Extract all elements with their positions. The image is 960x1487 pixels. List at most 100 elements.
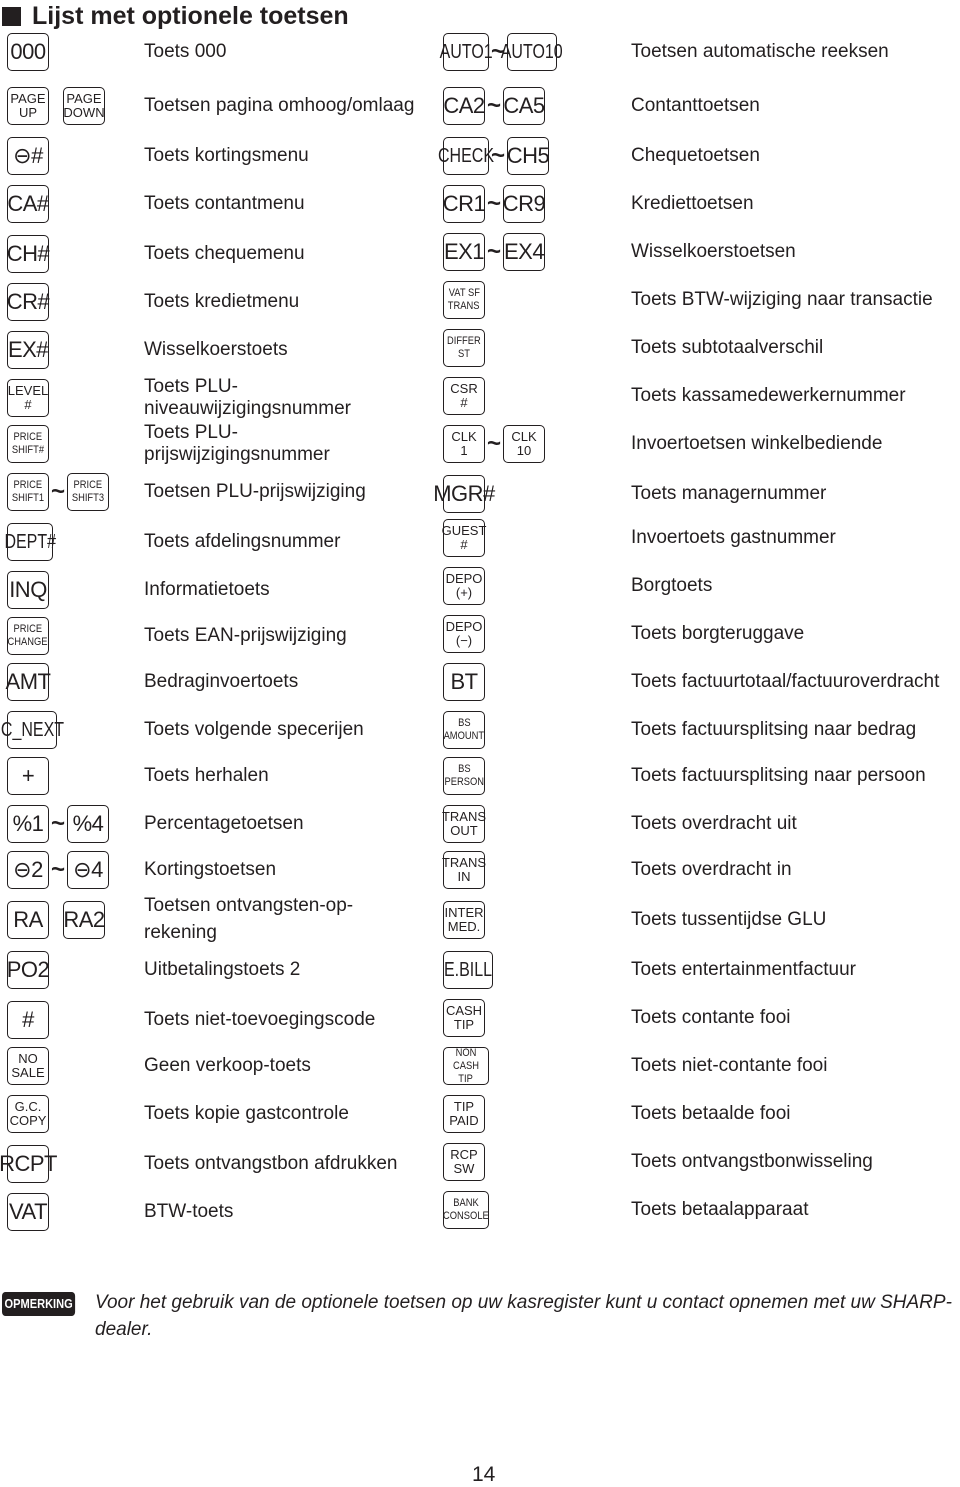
key-page-up-icon: PAGE UP <box>7 87 49 125</box>
key-label: EX1 <box>443 239 485 264</box>
right-keys-24: BANK CONSOLE <box>443 1190 489 1230</box>
description-line: prijswijzigingsnummer <box>144 444 330 465</box>
key-depo--icon: DEPO (+) <box>443 567 485 605</box>
key-label: # <box>22 1007 34 1032</box>
key-label: RA2 <box>63 907 105 932</box>
right-keys-14: BS AMOUNT <box>443 710 485 750</box>
right-description: Toets tussentijdse GLU <box>631 909 827 930</box>
key-ca5-icon: CA5 <box>503 87 545 125</box>
key-label: # <box>460 537 468 552</box>
key-inter-med--icon: INTER MED. <box>443 901 485 939</box>
key-label: E.BILL <box>443 959 493 981</box>
key-label: (−) <box>455 633 473 648</box>
key-label: CLK <box>451 429 477 444</box>
left-description: Toets EAN-prijswijziging <box>144 625 347 646</box>
left-description: BTW-toets <box>144 1201 234 1222</box>
key-differ-st-icon: DIFFER ST <box>443 329 485 367</box>
left-keys-3: CA# <box>7 184 49 224</box>
key--1-icon: %1 <box>7 805 49 843</box>
left-keys-17: ⊖2 ~ ⊖4 <box>7 850 110 890</box>
right-keys-22: TIP PAID <box>443 1094 485 1134</box>
key-label: INQ <box>9 577 47 602</box>
key-bt-icon: BT <box>443 663 485 701</box>
key---icon: + <box>7 757 49 795</box>
right-keys-18: INTER MED. <box>443 900 485 940</box>
key-label: UP <box>18 105 38 120</box>
key-label: CA# <box>7 191 49 216</box>
left-description: Informatietoets <box>144 579 270 600</box>
left-description: Toets ontvangstbon afdrukken <box>144 1153 398 1174</box>
key-rcp-sw-icon: RCP SW <box>443 1143 485 1181</box>
key-cr1-icon: CR1 <box>442 185 486 223</box>
right-keys-7: CSR # <box>443 376 485 416</box>
key-label: CASH <box>445 1003 483 1018</box>
right-keys-19: E.BILL <box>443 950 493 990</box>
left-description: Percentagetoetsen <box>144 813 304 834</box>
right-keys-23: RCP SW <box>443 1142 485 1182</box>
key---icon: # <box>7 1001 49 1039</box>
key-cash-tip-icon: CASH TIP <box>443 999 485 1037</box>
description-line: niveauwijzigingsnummer <box>144 398 351 419</box>
range-tilde: ~ <box>487 238 502 265</box>
key-no-sale-icon: NO SALE <box>7 1047 49 1085</box>
left-keys-4: CH# <box>7 234 50 274</box>
left-keys-7: LEVEL # <box>7 378 49 418</box>
key-label: (+) <box>455 585 473 600</box>
left-description: Toetsen ontvangsten-op-rekening <box>144 892 353 946</box>
key-label: CSR <box>450 381 478 396</box>
right-description: Invoertoetsen winkelbediende <box>631 433 883 454</box>
key-label: 1 <box>460 443 468 458</box>
key-bs-amount-icon: BS AMOUNT <box>443 711 485 749</box>
right-description: Contanttoetsen <box>631 95 760 116</box>
left-description: Kortingstoetsen <box>144 859 277 880</box>
key-label: 000 <box>10 39 46 64</box>
left-keys-6: EX# <box>7 330 49 370</box>
range-tilde: ~ <box>487 92 502 119</box>
key-label: BS <box>457 763 471 775</box>
range-tilde: ~ <box>487 190 502 217</box>
key-label: AUTO1 <box>439 41 493 63</box>
key-label: RA <box>13 907 43 932</box>
key-price-change-icon: PRICE CHANGE <box>7 617 49 655</box>
right-description: Toets factuursplitsing naar bedrag <box>631 719 917 740</box>
key-label: G.C. <box>14 1099 42 1114</box>
key-000-icon: 000 <box>7 33 49 71</box>
right-keys-9: MGR# <box>433 474 495 514</box>
key-label: AMT <box>5 669 51 694</box>
right-description: Toets niet-contante fooi <box>631 1055 828 1076</box>
range-tilde: ~ <box>487 430 502 457</box>
key-label: AMOUNT <box>443 730 485 742</box>
right-keys-3: CR1 ~ CR9 <box>442 184 546 224</box>
key-g-c-copy-icon: G.C. COPY <box>7 1095 49 1133</box>
right-keys-20: CASH TIP <box>443 998 485 1038</box>
key--4-icon: ⊖4 <box>67 851 110 889</box>
key-label: CR1 <box>442 191 486 216</box>
left-keys-5: CR# <box>7 282 50 322</box>
key-label: %4 <box>72 811 104 836</box>
left-description: Wisselkoerstoets <box>144 339 288 360</box>
key-label: CHANGE <box>7 636 49 648</box>
key-price-shift1-icon: PRICE SHIFT1 <box>7 473 49 511</box>
left-description: Toets PLU-prijswijzigingsnummer <box>144 422 330 466</box>
left-description: Toets PLU-niveauwijzigingsnummer <box>144 376 351 420</box>
key-ch--icon: CH# <box>7 235 50 273</box>
right-keys-10: GUEST # <box>442 518 486 558</box>
key-bs-person-icon: BS PERSON <box>443 757 485 795</box>
key-label: SHIFT1 <box>11 492 45 504</box>
left-keys-8: PRICE SHIFT# <box>7 424 49 464</box>
key-label: MGR# <box>433 481 495 506</box>
key-label: ST <box>458 348 470 360</box>
key-c-next-icon: C_NEXT <box>0 711 64 749</box>
left-description: Toets 000 <box>144 41 227 62</box>
right-keys-13: BT <box>443 662 485 702</box>
left-description: Toets afdelingsnummer <box>144 531 341 552</box>
right-description: Invoertoets gastnummer <box>631 527 836 548</box>
right-description: Toets managernummer <box>631 483 827 504</box>
page-title-text: Lijst met optionele toetsen <box>32 2 349 30</box>
note-badge-label: OPMERKING <box>2 1292 76 1316</box>
key-label: INTER <box>444 905 484 920</box>
description-line: Toetsen ontvangsten-op- <box>144 895 354 916</box>
key-ch5-icon: CH5 <box>507 137 550 175</box>
key-label: RCPT <box>0 1151 57 1176</box>
left-description: Toets chequemenu <box>144 243 305 264</box>
